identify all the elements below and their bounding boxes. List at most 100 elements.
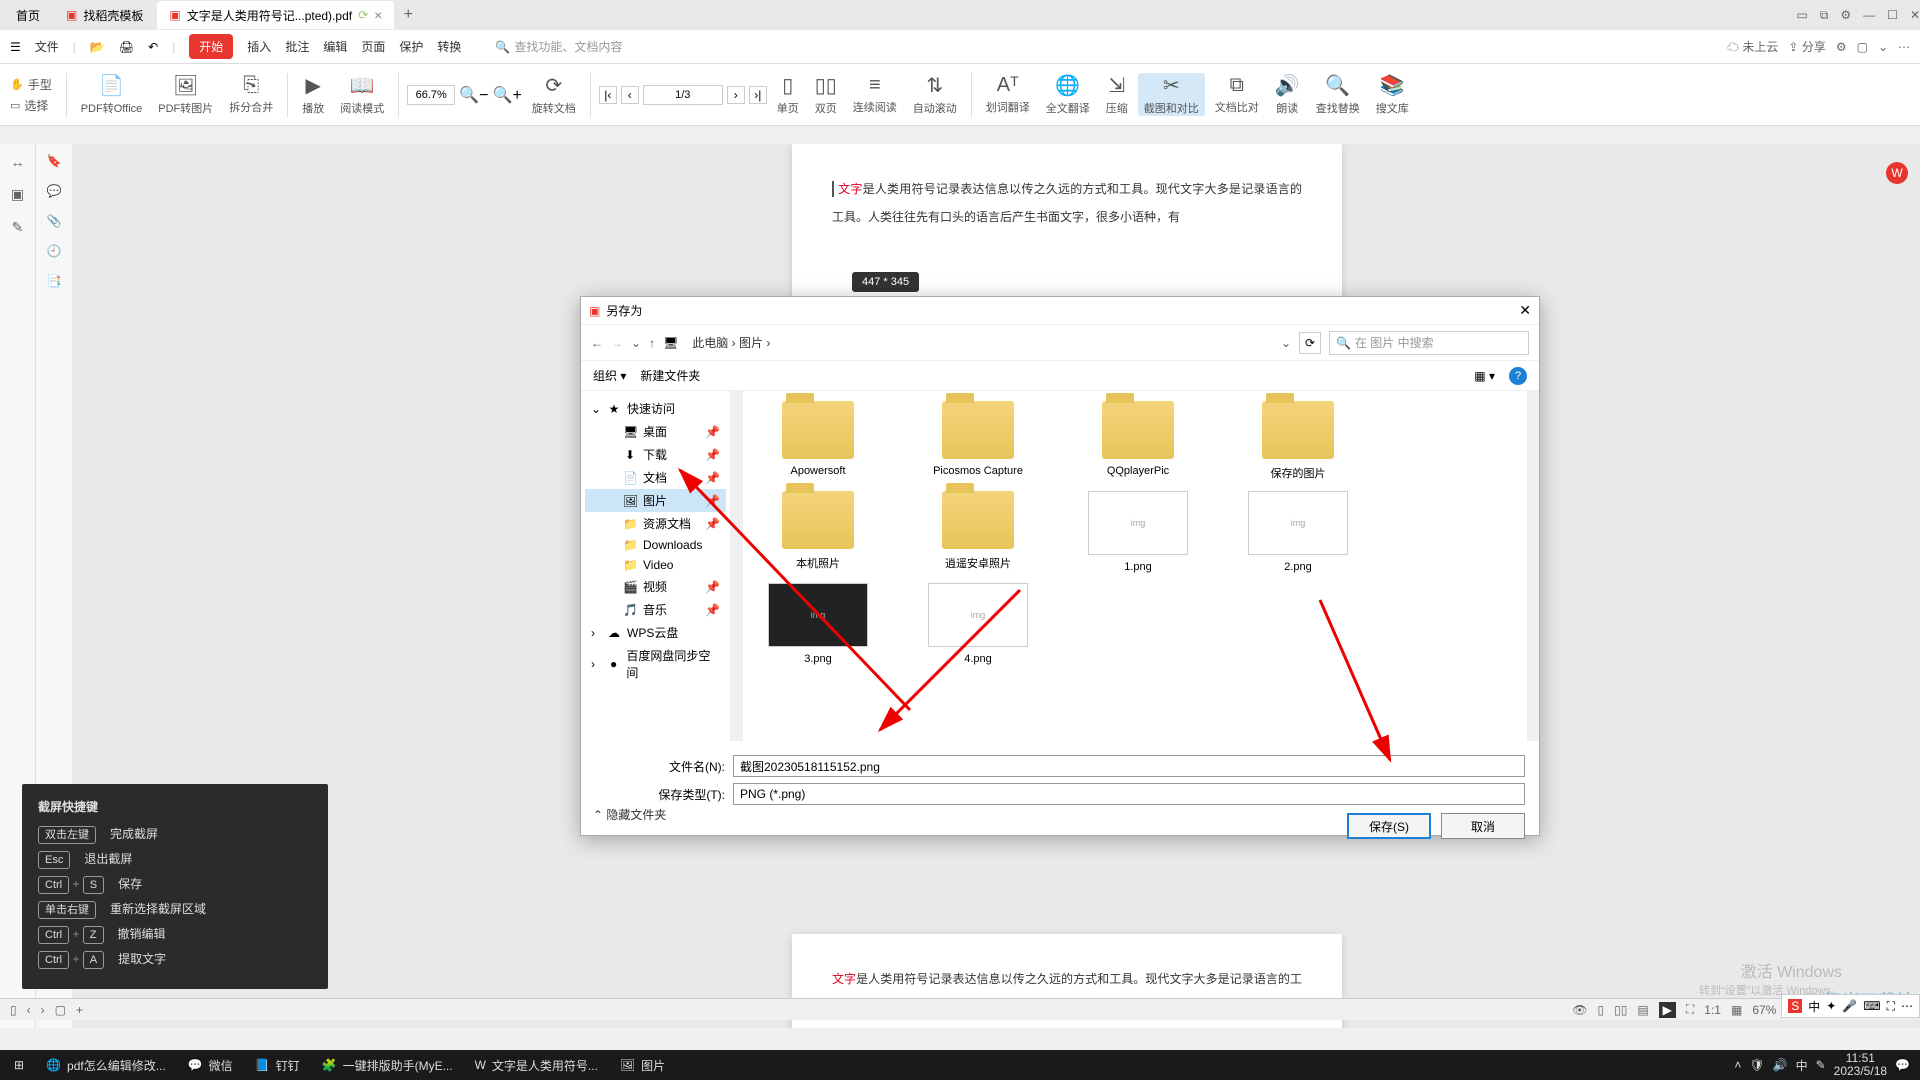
rail-icon-2[interactable]: ▣: [11, 186, 24, 203]
single-page[interactable]: ▯单页: [771, 73, 805, 116]
menu-insert[interactable]: 插入: [247, 38, 271, 55]
nav-back[interactable]: ←: [591, 336, 603, 350]
sb-fit[interactable]: ⛶: [1686, 1002, 1694, 1017]
tree-item[interactable]: 🖥桌面📌: [585, 420, 726, 443]
sb-1to1[interactable]: 1:1: [1704, 1003, 1721, 1017]
search-box[interactable]: 🔍查找功能、文档内容: [495, 38, 622, 55]
box-icon[interactable]: ▢: [1857, 40, 1868, 54]
image-item[interactable]: img4.png: [913, 583, 1043, 665]
undo-icon[interactable]: ↶: [148, 40, 158, 54]
files-scrollbar[interactable]: [1527, 391, 1539, 741]
comment-icon[interactable]: 💬: [47, 184, 62, 198]
first-page[interactable]: |‹: [599, 86, 617, 104]
folder-item[interactable]: Apowersoft: [753, 401, 883, 481]
nav-dropdown[interactable]: ⌄: [631, 336, 641, 350]
tree-item[interactable]: 🎬视频📌: [585, 575, 726, 598]
tab-close-icon[interactable]: ×: [374, 7, 382, 23]
breadcrumb[interactable]: 此电脑 › 图片 ›: [692, 334, 770, 351]
ime-item[interactable]: S: [1788, 999, 1802, 1013]
tree-item[interactable]: 📁资源文档📌: [585, 512, 726, 535]
attach-icon[interactable]: 📎: [47, 214, 62, 228]
sb-layout-2[interactable]: ▯▯: [1614, 1003, 1627, 1017]
zoom-in-icon[interactable]: 🔍+: [493, 85, 522, 105]
taskbar-item[interactable]: 📘钉钉: [245, 1051, 310, 1079]
tree-scrollbar[interactable]: [731, 391, 743, 741]
menu-annotate[interactable]: 批注: [285, 38, 309, 55]
nav-forward[interactable]: →: [611, 336, 623, 350]
menu-protect[interactable]: 保护: [399, 38, 423, 55]
taskbar-item[interactable]: 🌐pdf怎么编辑修改...: [36, 1051, 176, 1079]
tray-notif[interactable]: 💬: [1895, 1058, 1910, 1072]
folder-item[interactable]: 保存的图片: [1233, 401, 1363, 481]
tree-item[interactable]: ›●百度网盘同步空间: [585, 644, 726, 684]
save-button[interactable]: 保存(S): [1347, 813, 1431, 839]
read-aloud[interactable]: 🔊朗读: [1269, 73, 1306, 116]
filetype-select[interactable]: [733, 783, 1525, 805]
tab-template[interactable]: ▣找稻壳模板: [54, 1, 155, 29]
nav-up[interactable]: ↑: [649, 336, 655, 350]
zoom-out-icon[interactable]: 🔍−: [459, 85, 488, 105]
snapshot-compare[interactable]: ✂截图和对比: [1138, 73, 1205, 116]
ime-item[interactable]: 中: [1808, 998, 1820, 1015]
menu-icon[interactable]: ☰: [10, 40, 21, 54]
sb-arrow-l[interactable]: ‹: [27, 1003, 31, 1017]
more-icon[interactable]: ⋯: [1898, 40, 1910, 54]
ime-item[interactable]: 🎤: [1842, 999, 1857, 1013]
sb-eye-icon[interactable]: 👁: [1572, 1003, 1587, 1017]
find-replace[interactable]: 🔍查找替换: [1310, 73, 1366, 116]
dialog-close-button[interactable]: ✕: [1519, 302, 1531, 319]
next-page[interactable]: ›: [727, 86, 745, 104]
share-button[interactable]: ⇪ 分享: [1788, 38, 1825, 55]
compress[interactable]: ⇲压缩: [1100, 73, 1134, 116]
sb-icon[interactable]: ▯: [10, 1003, 17, 1017]
menu-edit[interactable]: 编辑: [323, 38, 347, 55]
assistant-badge[interactable]: W: [1886, 162, 1908, 184]
last-page[interactable]: ›|: [749, 86, 767, 104]
sb-arrow-r[interactable]: ›: [41, 1003, 45, 1017]
path-dropdown[interactable]: ⌄: [1281, 336, 1291, 350]
prev-page[interactable]: ‹: [621, 86, 639, 104]
image-item[interactable]: img3.png: [753, 583, 883, 665]
sb-layout-1[interactable]: ▯: [1597, 1003, 1604, 1017]
help-button[interactable]: ?: [1509, 367, 1527, 385]
refresh-button[interactable]: ⟳: [1299, 332, 1321, 354]
rail-icon-1[interactable]: ↔: [11, 154, 25, 170]
layout-icon[interactable]: ▭: [1796, 8, 1807, 23]
tree-item[interactable]: 🎵音乐📌: [585, 598, 726, 621]
pdf-to-image[interactable]: 🖼PDF转图片: [152, 73, 219, 116]
select-tool[interactable]: ▭ 选择: [10, 97, 52, 114]
taskbar-item[interactable]: ⊞: [4, 1051, 34, 1079]
tray-lang[interactable]: 中: [1796, 1057, 1808, 1074]
chevron-down-icon[interactable]: ⌄: [1878, 40, 1888, 54]
pdf-to-office[interactable]: 📄PDF转Office: [75, 73, 149, 116]
file-menu[interactable]: 文件: [35, 38, 59, 55]
layers-icon[interactable]: 📑: [47, 274, 62, 288]
word-translate[interactable]: Aᵀ划词翻译: [980, 74, 1036, 115]
continuous-read[interactable]: ≡连续阅读: [847, 74, 903, 115]
close-window-button[interactable]: ✕: [1910, 8, 1920, 23]
tray-up[interactable]: ˄: [1734, 1058, 1741, 1072]
cloud-status[interactable]: ☁ 未上云: [1727, 38, 1778, 55]
view-mode[interactable]: ▦ ▾: [1474, 369, 1495, 383]
zoom-level[interactable]: 67%: [1752, 1003, 1776, 1017]
minimize-button[interactable]: —: [1863, 8, 1875, 23]
ime-toolbar[interactable]: S中✦🎤⌨⛶⋯: [1781, 994, 1920, 1018]
folder-item[interactable]: QQplayerPic: [1073, 401, 1203, 481]
hide-folders-toggle[interactable]: ⌃ 隐藏文件夹: [593, 806, 666, 823]
tree-item[interactable]: 🖼图片📌: [585, 489, 726, 512]
print-icon[interactable]: 🖨: [119, 40, 134, 54]
maximize-button[interactable]: ☐: [1887, 8, 1898, 23]
double-page[interactable]: ▯▯双页: [809, 73, 843, 116]
folder-item[interactable]: 本机照片: [753, 491, 883, 573]
tree-item[interactable]: 📁Video: [585, 555, 726, 575]
page-indicator[interactable]: 1/3: [643, 85, 723, 105]
image-item[interactable]: img1.png: [1073, 491, 1203, 573]
sb-grid[interactable]: ▦: [1731, 1003, 1742, 1017]
dialog-search[interactable]: 🔍在 图片 中搜索: [1329, 331, 1529, 355]
settings-icon[interactable]: ⚙: [1840, 8, 1851, 23]
folder-tree[interactable]: ⌄★快速访问🖥桌面📌⬇下载📌📄文档📌🖼图片📌📁资源文档📌📁Downloads📁V…: [581, 391, 731, 741]
ime-item[interactable]: ⛶: [1887, 999, 1895, 1014]
ime-item[interactable]: ⋯: [1901, 999, 1913, 1013]
new-folder-button[interactable]: 新建文件夹: [640, 367, 700, 384]
sb-play[interactable]: ▶: [1659, 1002, 1676, 1018]
